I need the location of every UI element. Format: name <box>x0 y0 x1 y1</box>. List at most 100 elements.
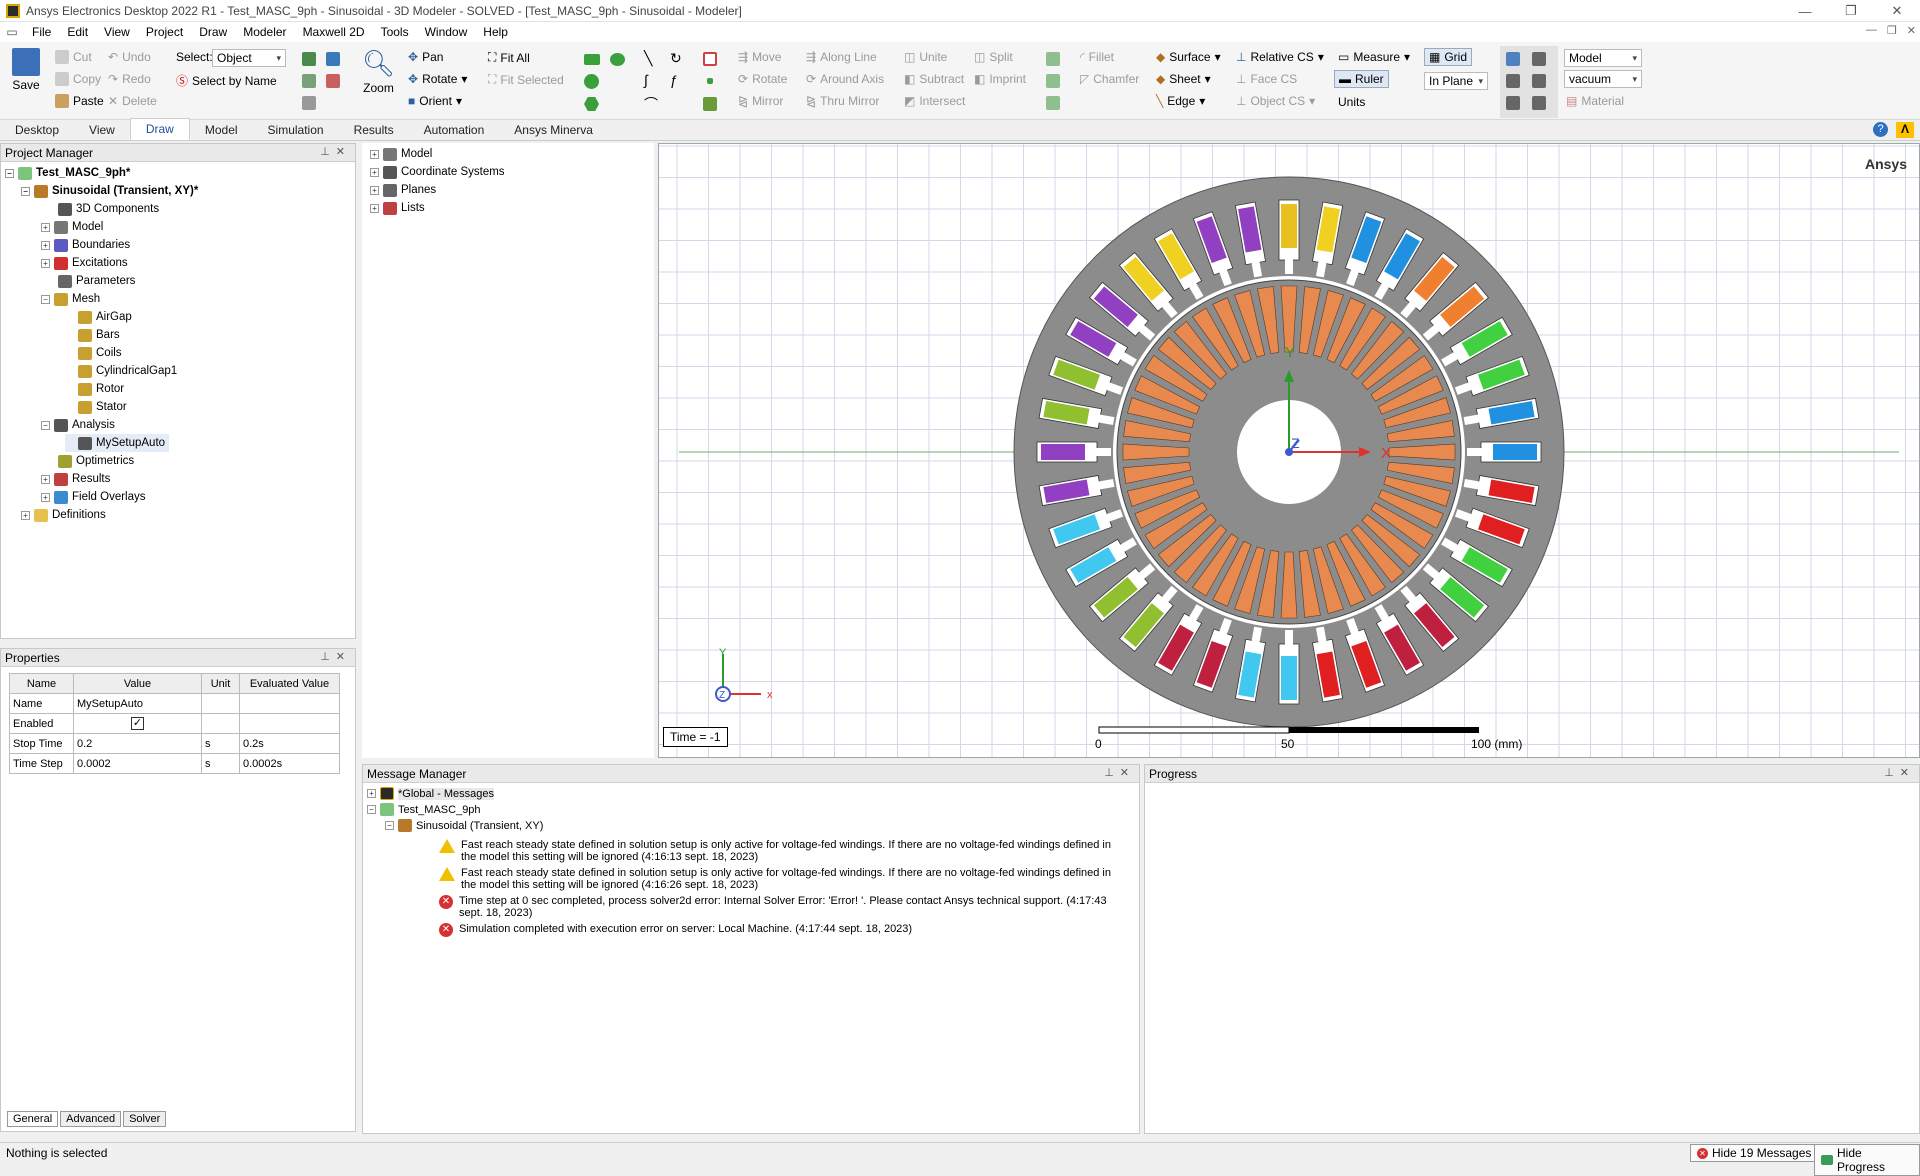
message-item[interactable]: Fast reach steady state defined in solut… <box>439 839 1129 863</box>
model-tree-lists[interactable]: + Lists <box>370 199 425 217</box>
visibility-icon[interactable] <box>326 52 340 66</box>
unite-button[interactable]: ◫ Unite <box>904 50 947 64</box>
material-dropdown[interactable]: vacuum <box>1564 70 1642 88</box>
model-tree-coordinate-systems[interactable]: + Coordinate Systems <box>370 163 505 181</box>
msg-project[interactable]: − Test_MASC_9ph <box>367 803 481 816</box>
snap-arc-icon[interactable] <box>1532 96 1546 110</box>
units-button[interactable]: Units <box>1338 95 1365 109</box>
tree-mesh[interactable]: − Mesh <box>41 290 100 308</box>
draw-ellipse-icon[interactable] <box>610 53 625 66</box>
select-by-name-button[interactable]: Ⓢ Select by Name <box>176 72 277 89</box>
tree-mesh-cylindricalgap[interactable]: CylindricalGap1 <box>65 362 177 380</box>
hide-object-icon[interactable] <box>326 74 340 88</box>
close-panel-icon[interactable]: ✕ <box>1900 767 1915 779</box>
tree-analysis[interactable]: − Analysis <box>41 416 115 434</box>
face-cs-button[interactable]: ⊥ Face CS <box>1236 72 1297 86</box>
save-button[interactable]: Save <box>12 48 40 92</box>
undo-button[interactable]: ↶ Undo <box>108 50 151 64</box>
tree-results[interactable]: + Results <box>41 470 110 488</box>
fit-selected-button[interactable]: ⛶ Fit Selected <box>488 72 564 87</box>
grid-button[interactable]: ▦ Grid <box>1424 48 1473 66</box>
tab-automation[interactable]: Automation <box>409 120 500 140</box>
snap-center-icon[interactable] <box>1506 96 1520 110</box>
measure-button[interactable]: ▭ Measure ▾ <box>1338 50 1410 64</box>
draw-point-icon[interactable] <box>707 78 713 84</box>
rotate-view-button[interactable]: ✥ Rotate ▾ <box>408 72 467 86</box>
help-icon[interactable]: ? <box>1873 122 1888 137</box>
grid-plane-dropdown[interactable]: In Plane <box>1424 72 1488 90</box>
prop-stop-time-value[interactable]: 0.2 <box>73 733 202 754</box>
redo-button[interactable]: ↷ Redo <box>108 72 151 86</box>
properties-tab-advanced[interactable]: Advanced <box>60 1111 122 1127</box>
intersect-button[interactable]: ◩ Intersect <box>904 94 965 108</box>
viewport-canvas[interactable]: Y X Z Y x Z 0 50 100 (mm) <box>659 144 1919 757</box>
tree-model[interactable]: + Model <box>41 218 103 236</box>
menu-project[interactable]: Project <box>138 25 191 39</box>
rotate-object-button[interactable]: ⟳ Rotate <box>738 72 787 86</box>
draw-curve-icon[interactable]: ⌒ <box>644 94 658 114</box>
mdi-close-icon[interactable]: ✕ <box>1907 24 1916 37</box>
delete-button[interactable]: ✕ Delete <box>108 94 157 108</box>
tree-3d-components[interactable]: 3D Components <box>45 200 159 218</box>
orient-button[interactable]: ■ Orient ▾ <box>408 94 462 108</box>
tree-mesh-stator[interactable]: Stator <box>65 398 127 416</box>
menu-maxwell2d[interactable]: Maxwell 2D <box>295 25 373 39</box>
pin-icon[interactable]: ⊥ <box>320 146 336 158</box>
surface-button[interactable]: ◆ Surface ▾ <box>1156 50 1221 64</box>
pin-icon[interactable]: ⊥ <box>320 651 336 663</box>
pan-button[interactable]: ✥ Pan <box>408 50 443 64</box>
model-tree-planes[interactable]: + Planes <box>370 181 436 199</box>
menu-draw[interactable]: Draw <box>191 25 235 39</box>
split-button[interactable]: ◫ Split <box>974 50 1013 64</box>
around-axis-button[interactable]: ⟳ Around Axis <box>806 72 884 86</box>
tree-definitions[interactable]: + Definitions <box>21 506 106 524</box>
fit-all-button[interactable]: ⛶ Fit All <box>488 50 530 65</box>
close-icon[interactable]: ✕ <box>1874 0 1920 22</box>
chamfer-button[interactable]: ◸ Chamfer <box>1080 72 1139 86</box>
tree-mesh-bars[interactable]: Bars <box>65 326 120 344</box>
sweep-icon[interactable] <box>1046 52 1060 66</box>
tab-desktop[interactable]: Desktop <box>0 120 74 140</box>
object-cs-button[interactable]: ⊥ Object CS ▾ <box>1236 94 1315 108</box>
prop-time-step-value[interactable]: 0.0002 <box>73 753 202 774</box>
tree-design[interactable]: − Sinusoidal (Transient, XY)* <box>21 182 198 200</box>
close-panel-icon[interactable]: ✕ <box>336 651 351 663</box>
message-item[interactable]: ✕ Time step at 0 sec completed, process s… <box>439 895 1129 919</box>
menu-help[interactable]: Help <box>475 25 516 39</box>
tree-project[interactable]: − Test_MASC_9ph* <box>5 164 130 182</box>
properties-tab-general[interactable]: General <box>7 1111 59 1127</box>
tree-field-overlays[interactable]: + Field Overlays <box>41 488 146 506</box>
imprint-button[interactable]: ◧ Imprint <box>974 72 1026 86</box>
message-item[interactable]: ✕ Simulation completed with execution err… <box>439 923 1129 937</box>
tree-parameters[interactable]: Parameters <box>45 272 135 290</box>
msg-global[interactable]: + *Global - Messages <box>367 787 494 800</box>
snap-face-icon[interactable] <box>1532 74 1546 88</box>
snap-edge-icon[interactable] <box>1506 74 1520 88</box>
draw-equation-icon[interactable]: ƒ <box>670 72 678 88</box>
tree-excitations[interactable]: + Excitations <box>41 254 128 272</box>
tree-mesh-airgap[interactable]: AirGap <box>65 308 132 326</box>
cut-button[interactable]: Cut <box>55 50 92 64</box>
snap-grid-icon[interactable] <box>1506 52 1520 66</box>
tree-optimetrics[interactable]: Optimetrics <box>45 452 134 470</box>
tab-view[interactable]: View <box>74 120 130 140</box>
pin-icon[interactable]: ⊥ <box>1884 767 1900 779</box>
system-menu-icon[interactable]: ▭ <box>0 25 24 39</box>
model-tree-model[interactable]: + Model <box>370 145 432 163</box>
tree-boundaries[interactable]: + Boundaries <box>41 236 130 254</box>
tab-model[interactable]: Model <box>190 120 253 140</box>
along-line-button[interactable]: ⇶ Along Line <box>806 50 877 64</box>
pin-icon[interactable]: ⊥ <box>1104 767 1120 779</box>
draw-rectangle-icon[interactable] <box>584 54 600 65</box>
copy-button[interactable]: Copy <box>55 72 101 86</box>
cover-icon[interactable] <box>1046 74 1060 88</box>
close-panel-icon[interactable]: ✕ <box>1120 767 1135 779</box>
move-button[interactable]: ⇶ Move <box>738 50 781 64</box>
tab-results[interactable]: Results <box>339 120 409 140</box>
material-button[interactable]: ▤ Material <box>1566 94 1624 108</box>
draw-plane-icon[interactable] <box>703 97 717 111</box>
properties-tab-solver[interactable]: Solver <box>123 1111 167 1127</box>
mdi-restore-icon[interactable]: ❐ <box>1887 24 1897 37</box>
close-panel-icon[interactable]: ✕ <box>336 146 351 158</box>
maximize-icon[interactable]: ❐ <box>1828 0 1874 22</box>
